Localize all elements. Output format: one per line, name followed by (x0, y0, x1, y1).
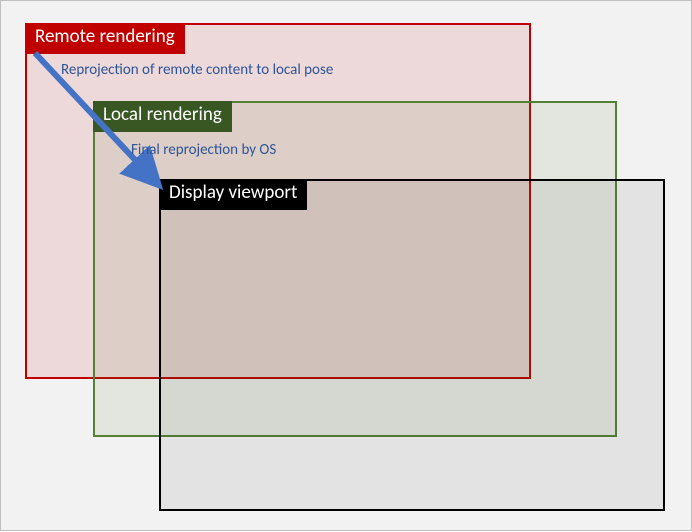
display-viewport-label: Display viewport (159, 179, 307, 210)
annotation-final-reprojection: Final reprojection by OS (131, 141, 276, 159)
remote-rendering-label: Remote rendering (25, 23, 185, 54)
diagram-canvas: Remote rendering Local rendering Display… (0, 0, 692, 531)
annotation-remote-to-local: Reprojection of remote content to local … (61, 61, 333, 79)
display-viewport-box: Display viewport (159, 179, 665, 511)
local-rendering-label: Local rendering (93, 101, 232, 132)
